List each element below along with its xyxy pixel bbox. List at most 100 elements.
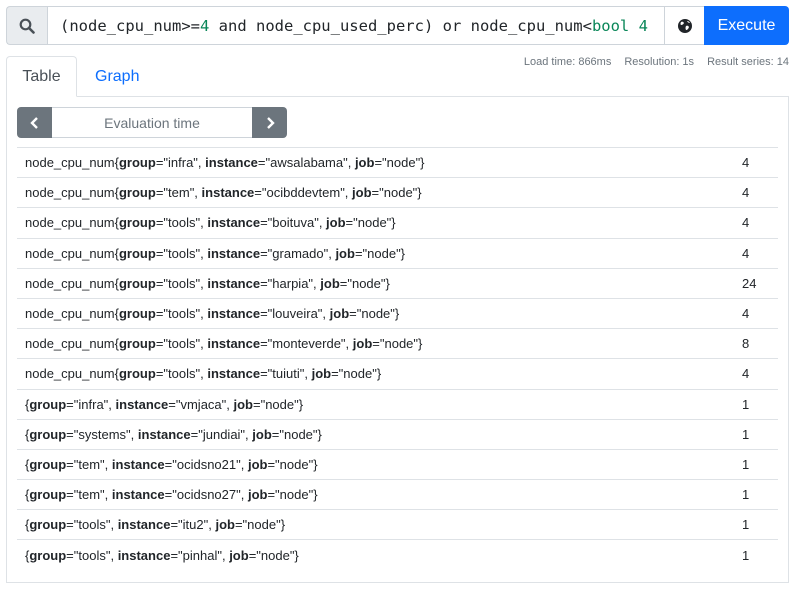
label-key: instance [201, 185, 255, 201]
label-key: group [29, 396, 67, 412]
label-key: instance [111, 487, 165, 503]
tab-graph[interactable]: Graph [80, 56, 154, 97]
table-row: node_cpu_num{group="infra", instance="aw… [17, 147, 778, 177]
label-key: instance [137, 426, 191, 442]
label-value: ="tools", [155, 245, 208, 261]
label-key: job [252, 426, 272, 442]
label-value: ="node"} [248, 547, 299, 563]
evaluation-time-control: Evaluation time [17, 107, 287, 138]
label-key: job [247, 487, 268, 503]
expression-input[interactable]: (node_cpu_num>= 4 and node_cpu_used_perc)… [47, 6, 664, 45]
series-label: node_cpu_num{group="tools", instance="ha… [25, 275, 390, 291]
execute-button[interactable]: Execute [704, 6, 789, 45]
search-icon [19, 18, 35, 34]
label-value: ="infra", [155, 155, 206, 171]
evaluation-time-input[interactable]: Evaluation time [52, 107, 252, 138]
label-value: ="pinhal", [170, 547, 230, 563]
label-value: ="tools", [155, 366, 208, 382]
label-value: ="infra", [66, 396, 116, 412]
expression-token: 4 [199, 16, 210, 35]
label-value: ="node"} [253, 396, 304, 412]
label-key: instance [111, 456, 165, 472]
chevron-right-icon [266, 116, 275, 129]
label-key: job [320, 275, 340, 291]
label-value: ="tem", [155, 185, 202, 201]
series-value: 24 [742, 275, 757, 291]
table-row: node_cpu_num{group="tools", instance="ha… [17, 267, 778, 298]
query-bar: (node_cpu_num>= 4 and node_cpu_used_perc)… [6, 6, 789, 45]
series-value: 1 [742, 426, 750, 442]
label-value: ="node"} [345, 215, 396, 231]
metric-name: node_cpu_num [25, 275, 115, 291]
label-value: ="node"} [339, 275, 390, 291]
label-key: instance [117, 517, 171, 533]
series-value: 4 [742, 366, 750, 382]
label-key: job [311, 366, 332, 382]
label-value: ="node"} [349, 306, 400, 322]
metric-name: node_cpu_num [25, 215, 115, 231]
results-table: node_cpu_num{group="infra", instance="aw… [17, 147, 778, 570]
label-key: group [118, 336, 156, 352]
table-row: node_cpu_num{group="tools", instance="tu… [17, 358, 778, 388]
label-value: ="tuiuti", [260, 366, 312, 382]
label-value: ="ocibddevtem", [254, 185, 353, 201]
query-stats: Load time: 866ms Resolution: 1s Result s… [524, 56, 789, 68]
table-row: node_cpu_num{group="tools", instance="mo… [17, 328, 778, 358]
label-key: group [118, 245, 156, 261]
series-value: 8 [742, 336, 750, 352]
tab-table[interactable]: Table [6, 56, 77, 97]
series-label: node_cpu_num{group="tools", instance="tu… [25, 366, 382, 382]
label-key: instance [115, 396, 169, 412]
label-key: job [354, 155, 375, 171]
table-row: {group="systems", instance="jundiai", jo… [17, 418, 778, 449]
label-key: instance [207, 215, 261, 231]
label-key: group [29, 517, 67, 533]
label-key: job [335, 245, 355, 261]
metric-name: node_cpu_num [25, 336, 115, 352]
series-value: 1 [742, 396, 750, 412]
label-value: ="ocidsno27", [164, 487, 248, 503]
label-key: job [352, 336, 373, 352]
expression-token: bool 4 [591, 16, 648, 35]
label-value: ="gramado", [260, 245, 336, 261]
expression-token: (node_cpu_num>= [60, 16, 200, 35]
label-value: ="louveira", [260, 306, 330, 322]
metric-name: node_cpu_num [25, 185, 115, 201]
label-key: job [329, 306, 350, 322]
label-value: ="jundiai", [190, 426, 253, 442]
label-value: ="node"} [354, 245, 406, 261]
metric-name: node_cpu_num [25, 306, 115, 322]
label-key: group [118, 275, 156, 291]
label-key: instance [117, 547, 171, 563]
table-row: {group="tools", instance="pinhal", job="… [17, 539, 778, 569]
label-key: job [233, 396, 254, 412]
label-key: instance [207, 306, 261, 322]
label-value: ="node"} [331, 366, 382, 382]
series-value: 1 [742, 517, 750, 533]
series-label: node_cpu_num{group="tools", instance="gr… [25, 245, 406, 261]
metric-name: node_cpu_num [25, 245, 115, 261]
series-value: 4 [742, 306, 750, 322]
resolution: Resolution: 1s [624, 56, 695, 68]
label-key: instance [207, 336, 261, 352]
metric-name: node_cpu_num [25, 366, 115, 382]
label-key: group [118, 155, 156, 171]
label-value: ="ocidsno21", [164, 456, 248, 472]
table-panel: Evaluation time node_cpu_num{group="infr… [6, 96, 789, 583]
series-label: {group="tem", instance="ocidsno27", job=… [25, 487, 318, 503]
label-key: instance [207, 275, 261, 291]
label-key: group [118, 366, 156, 382]
label-value: ="monteverde", [260, 336, 353, 352]
previous-time-button[interactable] [17, 107, 52, 138]
search-button[interactable] [6, 6, 47, 45]
expression-token: and node_cpu_used_perc) or node_cpu_num< [209, 16, 592, 35]
load-time: Load time: 866ms [523, 56, 612, 68]
series-value: 4 [742, 155, 750, 171]
label-key: group [118, 306, 156, 322]
label-value: ="node"} [267, 487, 318, 503]
metrics-explorer-button[interactable] [664, 6, 704, 45]
label-key: instance [205, 155, 258, 171]
next-time-button[interactable] [252, 107, 287, 138]
series-label: node_cpu_num{group="tem", instance="ocib… [25, 185, 422, 201]
series-label: node_cpu_num{group="tools", instance="lo… [25, 306, 400, 322]
